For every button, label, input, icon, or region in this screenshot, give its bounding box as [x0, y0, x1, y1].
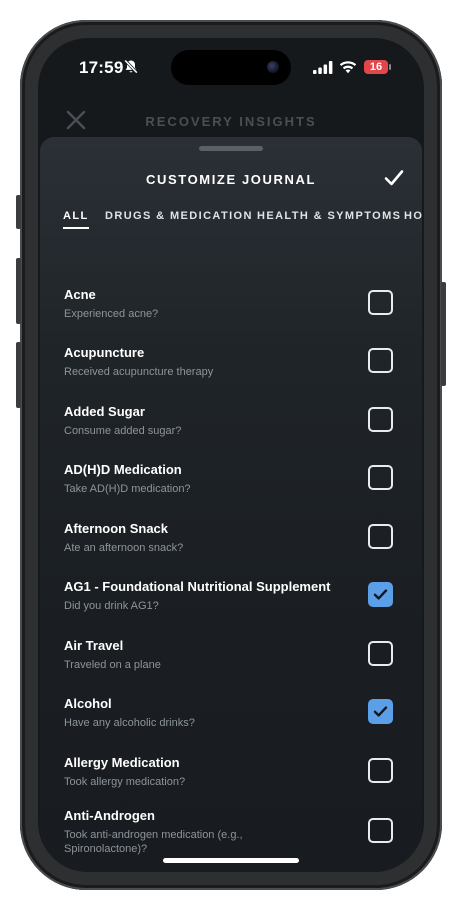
item-title: Air Travel — [64, 638, 124, 653]
cellular-signal-icon — [313, 61, 333, 79]
status-time: 17:59 — [79, 58, 124, 77]
power-button — [441, 282, 446, 386]
status-bar: 17:59 16 — [38, 38, 424, 98]
item-checkbox[interactable] — [368, 407, 393, 432]
item-title: Added Sugar — [64, 404, 145, 419]
item-checkbox[interactable] — [368, 524, 393, 549]
volume-up-button — [16, 258, 21, 324]
item-checkbox[interactable] — [368, 465, 393, 490]
item-title: AG1 - Foundational Nutritional Supplemen… — [64, 579, 331, 594]
item-subtitle: Experienced acne? — [64, 308, 159, 320]
battery-indicator: 16 — [364, 60, 391, 74]
item-subtitle: Received acupuncture therapy — [64, 366, 214, 378]
phone-screen: 17:59 16 RECOVERY INSIGHTS CUSTOMIZE JOU… — [38, 38, 424, 872]
bell-slash-icon — [124, 59, 138, 79]
volume-down-button — [16, 342, 21, 408]
item-checkbox[interactable] — [368, 348, 393, 373]
item-title: Acne — [64, 287, 96, 302]
item-subtitle: Traveled on a plane — [64, 659, 161, 671]
list-item[interactable]: Acne Experienced acne? — [40, 287, 422, 343]
item-subtitle: Take AD(H)D medication? — [64, 483, 191, 495]
tab-home[interactable]: HO — [404, 210, 422, 222]
list-item[interactable]: Air Travel Traveled on a plane — [40, 638, 422, 694]
checkmark-icon — [373, 706, 388, 717]
item-checkbox[interactable] — [368, 290, 393, 315]
item-title: Anti-Androgen — [64, 808, 155, 823]
list-item[interactable]: Anti-Androgen Took anti-androgen medicat… — [40, 808, 422, 864]
item-subtitle: Consume added sugar? — [64, 425, 182, 437]
sheet-grabber[interactable] — [199, 146, 263, 151]
background-title: RECOVERY INSIGHTS — [145, 114, 317, 129]
wifi-icon — [339, 60, 357, 79]
sheet-title: CUSTOMIZE JOURNAL — [146, 172, 316, 187]
item-checkbox-checked[interactable] — [368, 699, 393, 724]
item-subtitle: Have any alcoholic drinks? — [64, 717, 195, 729]
tab-health-symptoms[interactable]: HEALTH & SYMPTOMS — [257, 210, 401, 222]
list-item[interactable]: Added Sugar Consume added sugar? — [40, 404, 422, 460]
item-checkbox[interactable] — [368, 641, 393, 666]
item-title: AD(H)D Medication — [64, 462, 182, 477]
list-item[interactable]: Allergy Medication Took allergy medicati… — [40, 755, 422, 811]
dynamic-island — [171, 50, 291, 85]
item-checkbox[interactable] — [368, 758, 393, 783]
category-tabs: ALL DRUGS & MEDICATION HEALTH & SYMPTOMS… — [63, 210, 422, 234]
list-item[interactable]: Alcohol Have any alcoholic drinks? — [40, 696, 422, 752]
home-indicator[interactable] — [163, 858, 299, 863]
customize-journal-sheet: CUSTOMIZE JOURNAL ALL DRUGS & MEDICATION… — [40, 137, 422, 872]
tab-all[interactable]: ALL — [63, 210, 89, 229]
item-subtitle: Did you drink AG1? — [64, 600, 159, 612]
device-stage: 17:59 16 RECOVERY INSIGHTS CUSTOMIZE JOU… — [0, 0, 462, 910]
list-item[interactable]: AD(H)D Medication Take AD(H)D medication… — [40, 462, 422, 518]
item-checkbox[interactable] — [368, 818, 393, 843]
checkmark-icon[interactable] — [384, 169, 404, 192]
item-title: Afternoon Snack — [64, 521, 169, 536]
checkmark-icon — [373, 589, 388, 600]
background-header: RECOVERY INSIGHTS — [38, 100, 424, 140]
item-subtitle: Took allergy medication? — [64, 776, 186, 788]
active-tab-indicator — [63, 227, 89, 229]
action-button — [16, 195, 21, 229]
item-title: Acupuncture — [64, 345, 145, 360]
camera-icon — [267, 61, 279, 73]
item-title: Alcohol — [64, 696, 112, 711]
item-checkbox-checked[interactable] — [368, 582, 393, 607]
tab-drugs-medication[interactable]: DRUGS & MEDICATION — [105, 210, 253, 222]
list-item[interactable]: Afternoon Snack Ate an afternoon snack? — [40, 521, 422, 577]
list-item[interactable]: Acupuncture Received acupuncture therapy — [40, 345, 422, 401]
list-item[interactable]: AG1 - Foundational Nutritional Supplemen… — [40, 579, 422, 635]
item-subtitle: Ate an afternoon snack? — [64, 542, 184, 554]
item-title: Allergy Medication — [64, 755, 180, 770]
item-subtitle: Took anti-androgen medication (e.g., Spi… — [64, 829, 243, 855]
tab-label: ALL — [63, 210, 89, 222]
